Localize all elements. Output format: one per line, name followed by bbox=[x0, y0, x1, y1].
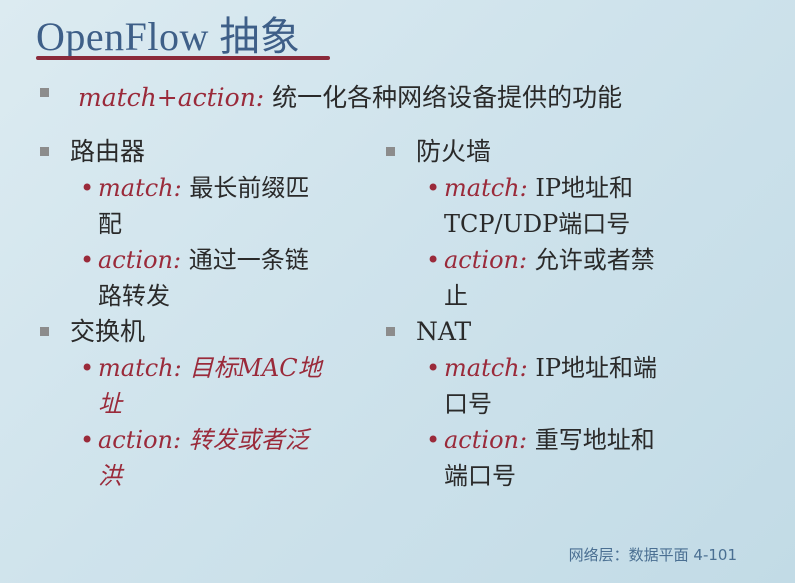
sub-text: 目标MAC地 bbox=[181, 354, 322, 382]
sub-text: 通过一条链 bbox=[181, 246, 309, 274]
sub-bullet-match: • match: 目标MAC地址 bbox=[80, 350, 322, 422]
sub-bullet-match: • match: 最长前缀匹配 bbox=[80, 170, 322, 242]
device-label: 路由器 bbox=[70, 137, 146, 166]
sub-bullet-match: • match: IP地址和 TCP/UDP端口号 bbox=[426, 170, 657, 242]
square-bullet-icon bbox=[40, 147, 49, 156]
square-bullet-icon bbox=[40, 327, 49, 336]
sub-text: 最长前缀匹 bbox=[181, 174, 310, 202]
dot-bullet-icon: • bbox=[426, 246, 441, 274]
intro-text: 统一化各种网络设备提供的功能 bbox=[264, 83, 623, 112]
sub-text-cont: 址 bbox=[98, 390, 122, 418]
sub-term: action: bbox=[444, 246, 528, 274]
sub-bullet-action: • action: 重写地址和 端口号 bbox=[426, 422, 657, 494]
sub-text-cont: 端口号 bbox=[444, 462, 516, 490]
sub-text-cont: 止 bbox=[444, 282, 468, 310]
sub-text: 允许或者禁 bbox=[527, 246, 655, 274]
dot-bullet-icon: • bbox=[80, 354, 95, 382]
dot-bullet-icon: • bbox=[80, 246, 95, 274]
sub-bullet-action: • action: 转发或者泛洪 bbox=[80, 422, 322, 494]
sub-term: match: bbox=[98, 174, 182, 202]
dot-bullet-icon: • bbox=[80, 426, 95, 454]
slide-footer: 网络层：数据平面 4-101 bbox=[568, 546, 737, 564]
sub-text-cont: 洪 bbox=[98, 462, 122, 490]
sub-text-cont: TCP/UDP端口号 bbox=[444, 210, 631, 238]
sub-text: IP地址和 bbox=[527, 174, 633, 202]
device-label: 防火墙 bbox=[416, 137, 492, 166]
dot-bullet-icon: • bbox=[426, 426, 441, 454]
sub-text-cont: 口号 bbox=[444, 390, 492, 418]
sub-text: 重写地址和 bbox=[527, 426, 655, 454]
sub-bullet-match: • match: IP地址和端口号 bbox=[426, 350, 657, 422]
sub-term: action: bbox=[98, 426, 182, 454]
left-column: 路由器 • match: 最长前缀匹配 • action: 通过一条链 路转发 交… bbox=[40, 134, 322, 494]
intro-term: match+action: bbox=[78, 83, 265, 112]
sub-bullet-action: • action: 允许或者禁止 bbox=[426, 242, 657, 314]
sub-term: match: bbox=[98, 354, 182, 382]
device-item-router: 路由器 bbox=[40, 134, 322, 170]
sub-text: IP地址和端 bbox=[527, 354, 657, 382]
right-column: 防火墙 • match: IP地址和 TCP/UDP端口号 • action: 允… bbox=[386, 134, 657, 494]
sub-text-cont: 路转发 bbox=[98, 282, 170, 310]
sub-term: match: bbox=[444, 174, 528, 202]
device-label: NAT bbox=[416, 317, 472, 346]
square-bullet-icon bbox=[40, 88, 49, 97]
device-item-nat: NAT bbox=[386, 314, 657, 350]
dot-bullet-icon: • bbox=[426, 174, 441, 202]
square-bullet-icon bbox=[386, 327, 395, 336]
device-item-firewall: 防火墙 bbox=[386, 134, 657, 170]
dot-bullet-icon: • bbox=[80, 174, 95, 202]
device-item-switch: 交换机 bbox=[40, 314, 322, 350]
sub-text: 转发或者泛 bbox=[181, 426, 309, 454]
sub-bullet-action: • action: 通过一条链 路转发 bbox=[80, 242, 322, 314]
sub-term: match: bbox=[444, 354, 528, 382]
square-bullet-icon bbox=[386, 147, 395, 156]
sub-term: action: bbox=[444, 426, 528, 454]
sub-term: action: bbox=[98, 246, 182, 274]
sub-text-cont: 配 bbox=[98, 210, 122, 238]
title-underline bbox=[36, 56, 330, 60]
slide-title: OpenFlow 抽象 bbox=[36, 14, 301, 59]
device-label: 交换机 bbox=[70, 317, 146, 346]
dot-bullet-icon: • bbox=[426, 354, 441, 382]
